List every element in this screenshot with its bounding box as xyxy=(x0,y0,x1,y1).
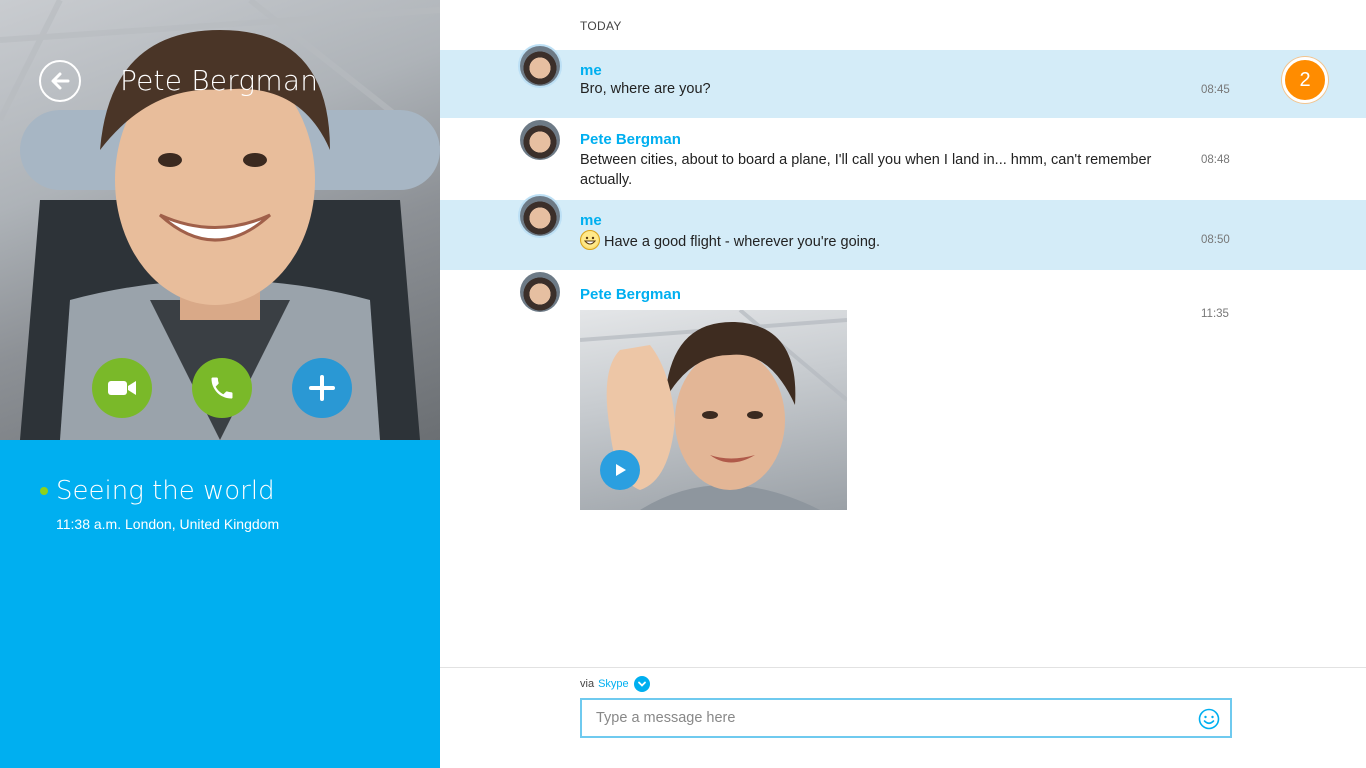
message-item[interactable]: me Bro, where are you? 08:45 xyxy=(440,44,1366,118)
message-sender: me xyxy=(580,212,602,229)
back-arrow-icon xyxy=(51,72,70,90)
via-label: via xyxy=(580,678,595,690)
day-divider: TODAY xyxy=(580,19,622,33)
contact-location: 11:38 a.m. London, United Kingdom xyxy=(56,516,280,532)
contact-photo: Pete Bergman xyxy=(0,0,440,440)
avatar-image xyxy=(520,120,560,160)
avatar-image xyxy=(520,46,560,86)
message-item[interactable]: me Have a good flight - wherever you're … xyxy=(440,194,1366,270)
phone-icon xyxy=(211,377,233,399)
avatar[interactable] xyxy=(518,270,562,314)
message-text: Bro, where are you? xyxy=(580,81,711,97)
smile-face-glyph xyxy=(583,236,597,245)
video-camera-icon xyxy=(108,381,136,395)
video-message-thumbnail[interactable] xyxy=(580,310,847,510)
back-button[interactable] xyxy=(39,60,81,102)
message-sender: Pete Bergman xyxy=(580,131,681,148)
message-time: 08:50 xyxy=(1201,234,1230,246)
avatar[interactable] xyxy=(518,118,562,162)
message-body: Have a good flight - wherever you're goi… xyxy=(580,230,1180,252)
message-item[interactable]: Pete Bergman 11:35 xyxy=(440,270,1366,530)
chevron-down-icon xyxy=(637,681,646,687)
message-sender: me xyxy=(580,62,602,79)
message-composer xyxy=(580,698,1232,738)
unread-count-badge[interactable]: 2 xyxy=(1282,57,1328,103)
avatar[interactable] xyxy=(518,44,562,88)
audio-call-button[interactable] xyxy=(192,358,252,418)
message-input[interactable] xyxy=(582,700,1182,736)
contact-panel: Pete Bergman Seeing the world 11:38 a.m.… xyxy=(0,0,440,768)
video-call-button[interactable] xyxy=(92,358,152,418)
avatar-image xyxy=(520,272,560,312)
presence-dot-icon xyxy=(40,487,48,495)
message-sender: Pete Bergman xyxy=(580,286,681,303)
avatar-image xyxy=(520,196,560,236)
mood-message: Seeing the world xyxy=(56,476,275,506)
smile-emoticon-icon xyxy=(580,230,600,250)
message-text: Between cities, about to board a plane, … xyxy=(580,152,1152,188)
conversation-panel: TODAY me Bro, where are you? 08:45 2 Pet… xyxy=(440,0,1366,768)
via-service-link[interactable]: Skype xyxy=(598,678,629,690)
composer-divider xyxy=(440,667,1366,668)
emoticon-icon xyxy=(1198,708,1220,730)
message-time: 08:48 xyxy=(1201,154,1230,166)
play-video-button[interactable] xyxy=(600,450,640,490)
message-time: 08:45 xyxy=(1201,84,1230,96)
message-text: Have a good flight - wherever you're goi… xyxy=(604,234,881,250)
mood-row: Seeing the world xyxy=(40,476,275,506)
contact-name: Pete Bergman xyxy=(120,64,319,97)
add-participant-button[interactable] xyxy=(292,358,352,418)
avatar[interactable] xyxy=(518,194,562,238)
send-via-selector: via Skype xyxy=(580,676,650,692)
message-item[interactable]: Pete Bergman Between cities, about to bo… xyxy=(440,118,1366,200)
play-icon xyxy=(616,464,626,476)
plus-icon xyxy=(309,375,335,401)
message-time: 11:35 xyxy=(1201,308,1229,320)
emoticon-button[interactable] xyxy=(1198,708,1220,730)
via-dropdown-button[interactable] xyxy=(633,676,650,692)
